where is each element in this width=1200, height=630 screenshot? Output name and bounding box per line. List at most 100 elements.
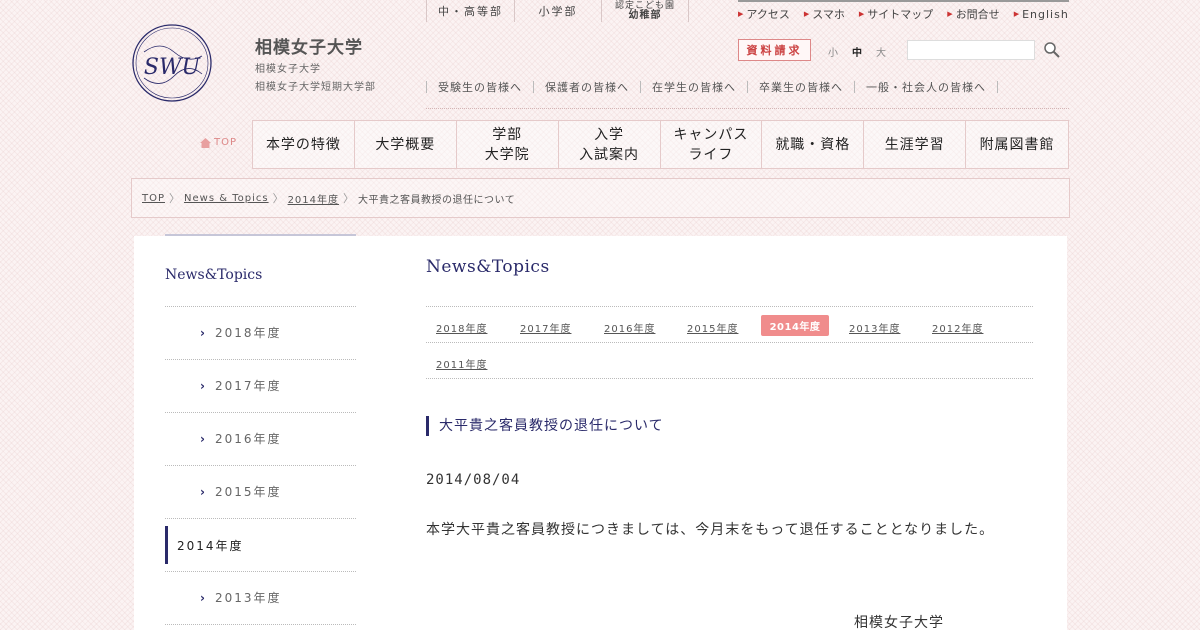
breadcrumb-year[interactable]: 2014年度 [288, 191, 339, 206]
article-title: 大平貴之客員教授の退任について [426, 416, 664, 436]
tab-kindergarten[interactable]: 認定こども園 幼稚部 [601, 0, 689, 22]
divider [426, 378, 1033, 379]
divider [165, 306, 356, 307]
sidebar-item-2018[interactable]: › 2018年度 [200, 324, 282, 341]
year-tab-2014-active[interactable]: 2014年度 [761, 315, 829, 336]
sidebar-item-2017[interactable]: › 2017年度 [200, 377, 282, 394]
tab-elementary[interactable]: 小学部 [514, 0, 601, 22]
article-signature: 相模女子大学 [854, 615, 944, 630]
triangle-icon: ▶ [858, 10, 865, 18]
divider [997, 81, 998, 93]
chevron-right-icon: › [200, 590, 207, 605]
year-tab-2017[interactable]: 2017年度 [520, 320, 571, 335]
logo-monogram: SWU [144, 55, 202, 80]
divider [165, 412, 356, 413]
sidebar-item-2016[interactable]: › 2016年度 [200, 430, 282, 447]
page-title: News&Topics [426, 257, 550, 277]
divider [165, 465, 356, 466]
util-link-sitemap[interactable]: ▶ サイトマップ [859, 6, 933, 22]
divider [165, 571, 356, 572]
top-link[interactable]: TOP [200, 137, 237, 148]
request-materials-button[interactable]: 資料請求 [738, 39, 811, 61]
triangle-icon: ▶ [947, 10, 953, 18]
audience-link-alumni[interactable]: 卒業生の皆様へ [759, 79, 843, 95]
sidebar-item-2013[interactable]: › 2013年度 [200, 589, 282, 606]
triangle-icon: ▶ [803, 10, 810, 18]
sidebar-item-label: 2016年度 [214, 432, 282, 446]
breadcrumb-chevron-icon: 〉 [169, 192, 181, 205]
sidebar-item-label: 2017年度 [214, 379, 282, 393]
article-body: 本学大平貴之客員教授につきましては、今月末をもって退任することとなりました。 [426, 522, 995, 538]
chevron-right-icon: › [200, 484, 207, 499]
sidebar-item-2014-active[interactable]: 2014年度 [165, 526, 356, 564]
audience-link-applicants[interactable]: 受験生の皆様へ [438, 79, 522, 95]
audience-link-parents[interactable]: 保護者の皆様へ [545, 79, 629, 95]
nav-item-career[interactable]: 就職・資格 [762, 121, 865, 168]
main-nav: 本学の特徴 大学概要 学部 大学院 入学 入試案内 キャンパス ライフ 就職・資… [252, 120, 1069, 169]
nav-item-library[interactable]: 附属図書館 [966, 121, 1068, 168]
util-link-contact[interactable]: ▶ お問合せ [947, 6, 999, 22]
triangle-icon: ▶ [738, 10, 744, 18]
audience-link-public[interactable]: 一般・社会人の皆様へ [866, 79, 986, 95]
divider [426, 342, 1033, 343]
nav-item-admissions[interactable]: 入学 入試案内 [559, 121, 661, 168]
sidebar-item-label: 2015年度 [214, 485, 282, 499]
year-tab-2015[interactable]: 2015年度 [687, 320, 738, 335]
audience-nav: 受験生の皆様へ 保護者の皆様へ 在学生の皆様へ 卒業生の皆様へ 一般・社会人の皆… [426, 78, 1069, 96]
chevron-right-icon: › [200, 378, 207, 393]
sidebar-item-2015[interactable]: › 2015年度 [200, 483, 282, 500]
breadcrumb-chevron-icon: 〉 [343, 192, 355, 205]
article-date: 2014/08/04 [426, 472, 521, 488]
search-icon[interactable] [1043, 41, 1061, 59]
nav-item-overview[interactable]: 大学概要 [355, 121, 457, 168]
nav-item-campus-life[interactable]: キャンパス ライフ [661, 121, 763, 168]
divider [165, 624, 356, 625]
divider [640, 81, 641, 93]
breadcrumb-chevron-icon: 〉 [272, 192, 284, 205]
search-input[interactable] [907, 40, 1035, 60]
font-size-large-button[interactable]: 大 [876, 44, 886, 59]
util-link-label: サイトマップ [867, 8, 934, 21]
triangle-icon: ▶ [1013, 10, 1020, 18]
nav-item-lifelong-learning[interactable]: 生涯学習 [864, 121, 967, 168]
university-logo[interactable]: SWU [130, 22, 214, 104]
tab-junior-high[interactable]: 中・高等部 [426, 0, 514, 22]
font-size-small-button[interactable]: 小 [828, 44, 838, 59]
divider [165, 518, 356, 519]
util-link-english[interactable]: ▶ English [1014, 8, 1069, 21]
nav-item-faculties[interactable]: 学部 大学院 [457, 121, 559, 168]
year-tab-2011[interactable]: 2011年度 [436, 356, 487, 371]
year-tab-2016[interactable]: 2016年度 [604, 320, 655, 335]
home-icon [200, 137, 211, 148]
breadcrumb: TOP 〉 News & Topics 〉 2014年度 〉 大平貴之客員教授の… [131, 178, 1070, 218]
university-subname: 相模女子大学 [255, 64, 321, 75]
header-divider [426, 108, 1069, 109]
utility-links: ▶ アクセス ▶ スマホ ▶ サイトマップ ▶ お問合せ ▶ English [738, 0, 1069, 26]
year-tab-2012[interactable]: 2012年度 [932, 320, 983, 335]
sidebar-title: News&Topics [165, 267, 263, 283]
year-tab-2013[interactable]: 2013年度 [849, 320, 900, 335]
divider [533, 81, 534, 93]
audience-link-students[interactable]: 在学生の皆様へ [652, 79, 736, 95]
font-size-medium-button[interactable]: 中 [852, 44, 862, 59]
util-link-label: English [1022, 7, 1069, 21]
divider [165, 359, 356, 360]
breadcrumb-current: 大平貴之客員教授の退任について [358, 194, 516, 206]
divider [747, 81, 748, 93]
chevron-right-icon: › [200, 325, 207, 340]
university-name[interactable]: 相模女子大学 [255, 33, 363, 58]
junior-college-subname: 相模女子大学短期大学部 [255, 82, 376, 93]
util-link-label: アクセス [746, 8, 790, 21]
util-link-access[interactable]: ▶ アクセス [738, 6, 790, 22]
util-link-smartphone[interactable]: ▶ スマホ [804, 6, 845, 22]
divider [426, 81, 427, 93]
breadcrumb-top[interactable]: TOP [142, 193, 165, 204]
year-tab-2018[interactable]: 2018年度 [436, 320, 487, 335]
top-link-label: TOP [214, 137, 238, 148]
util-link-label: スマホ [812, 8, 845, 21]
util-link-label: お問合せ [955, 8, 1000, 21]
sidebar-item-label: 2018年度 [214, 326, 282, 340]
tab-kindergarten-line2: 幼稚部 [628, 10, 662, 21]
nav-item-features[interactable]: 本学の特徴 [253, 121, 355, 168]
breadcrumb-news-topics[interactable]: News & Topics [184, 193, 269, 204]
